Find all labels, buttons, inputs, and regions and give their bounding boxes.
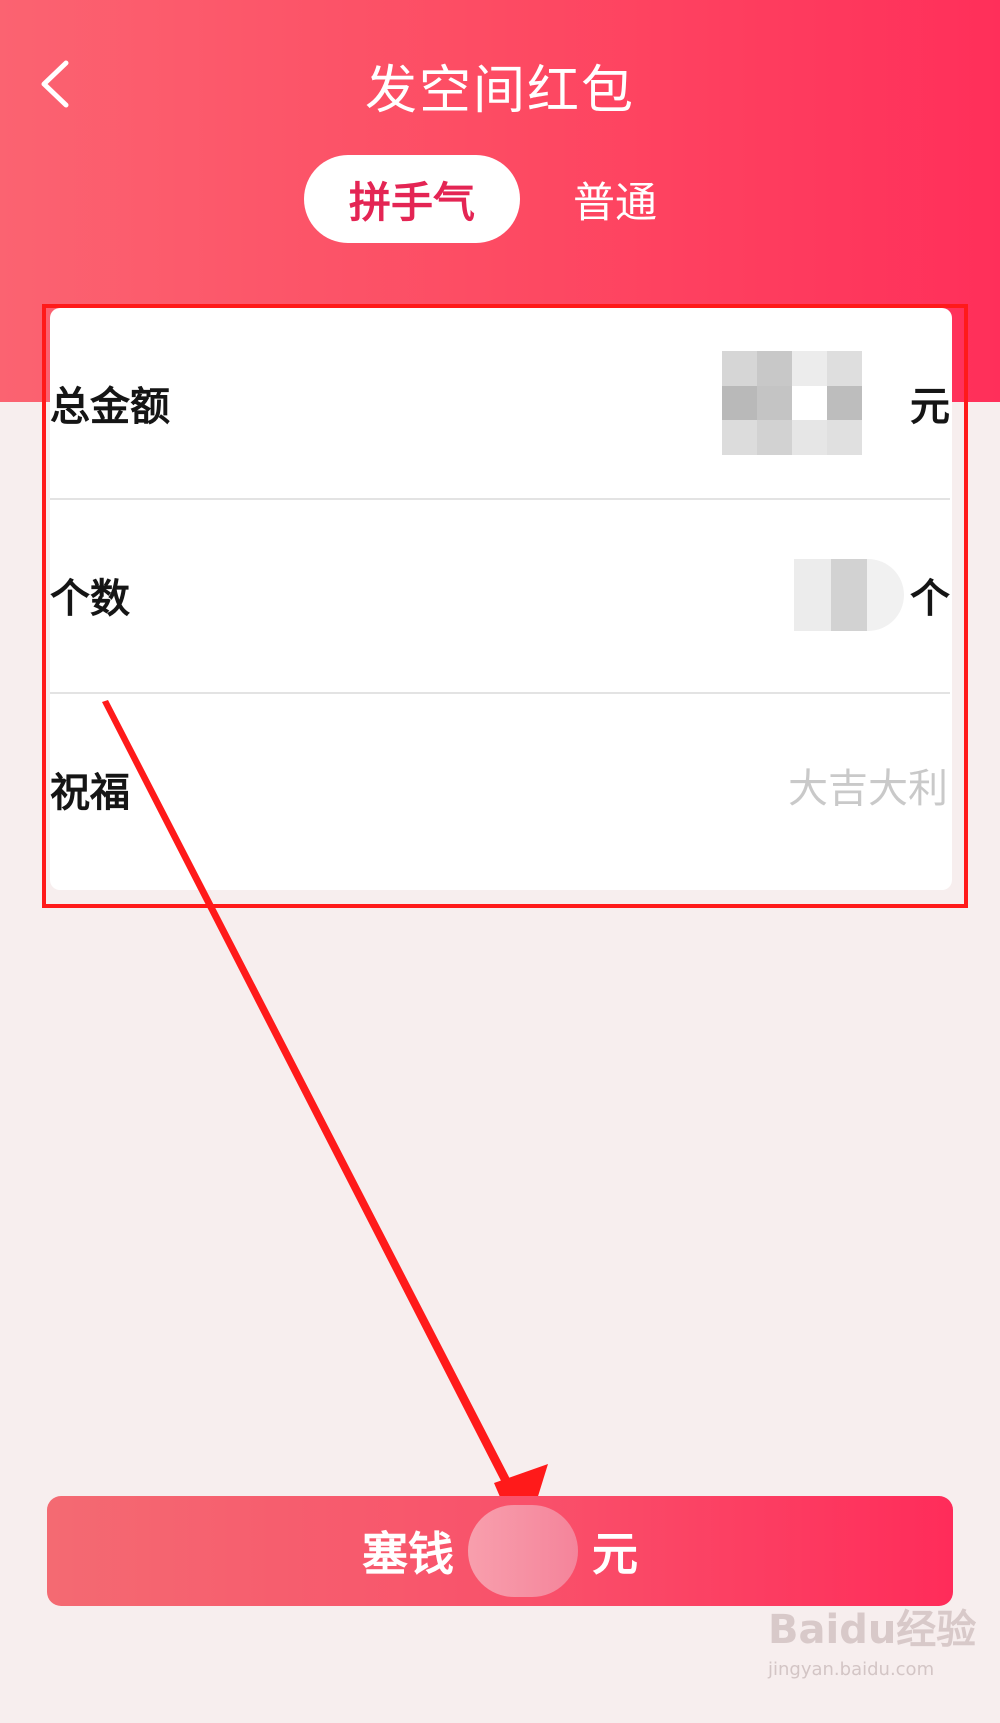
greeting-label: 祝福 — [50, 770, 130, 816]
tab-bar: 拼手气 普通 — [304, 155, 710, 243]
submit-button[interactable]: 塞钱 元 — [47, 1496, 953, 1606]
submit-amount-blurred — [468, 1505, 578, 1597]
total-amount-label: 总金额 — [50, 384, 170, 430]
count-label: 个数 — [50, 576, 130, 622]
total-amount-unit: 元 — [910, 384, 950, 430]
watermark-brand: Baidu经验 — [768, 1607, 977, 1653]
greeting-row[interactable]: 祝福 — [50, 694, 950, 884]
tab-lucky[interactable]: 拼手气 — [304, 155, 520, 243]
count-unit: 个 — [910, 576, 950, 622]
submit-suffix: 元 — [592, 1527, 638, 1581]
count-value-blurred[interactable] — [794, 559, 904, 631]
total-amount-value-blurred[interactable] — [722, 351, 862, 455]
total-amount-row[interactable]: 总金额 元 — [50, 308, 950, 498]
page-title: 发空间红包 — [364, 61, 635, 121]
submit-prefix: 塞钱 — [362, 1527, 454, 1581]
tab-normal[interactable]: 普通 — [520, 155, 710, 243]
count-row[interactable]: 个数 个 — [50, 500, 950, 690]
watermark-url: jingyan.baidu.com — [768, 1659, 935, 1680]
watermark-logo: Baidu经验 jingyan.baidu.com — [768, 1610, 976, 1690]
greeting-input[interactable] — [686, 765, 950, 813]
